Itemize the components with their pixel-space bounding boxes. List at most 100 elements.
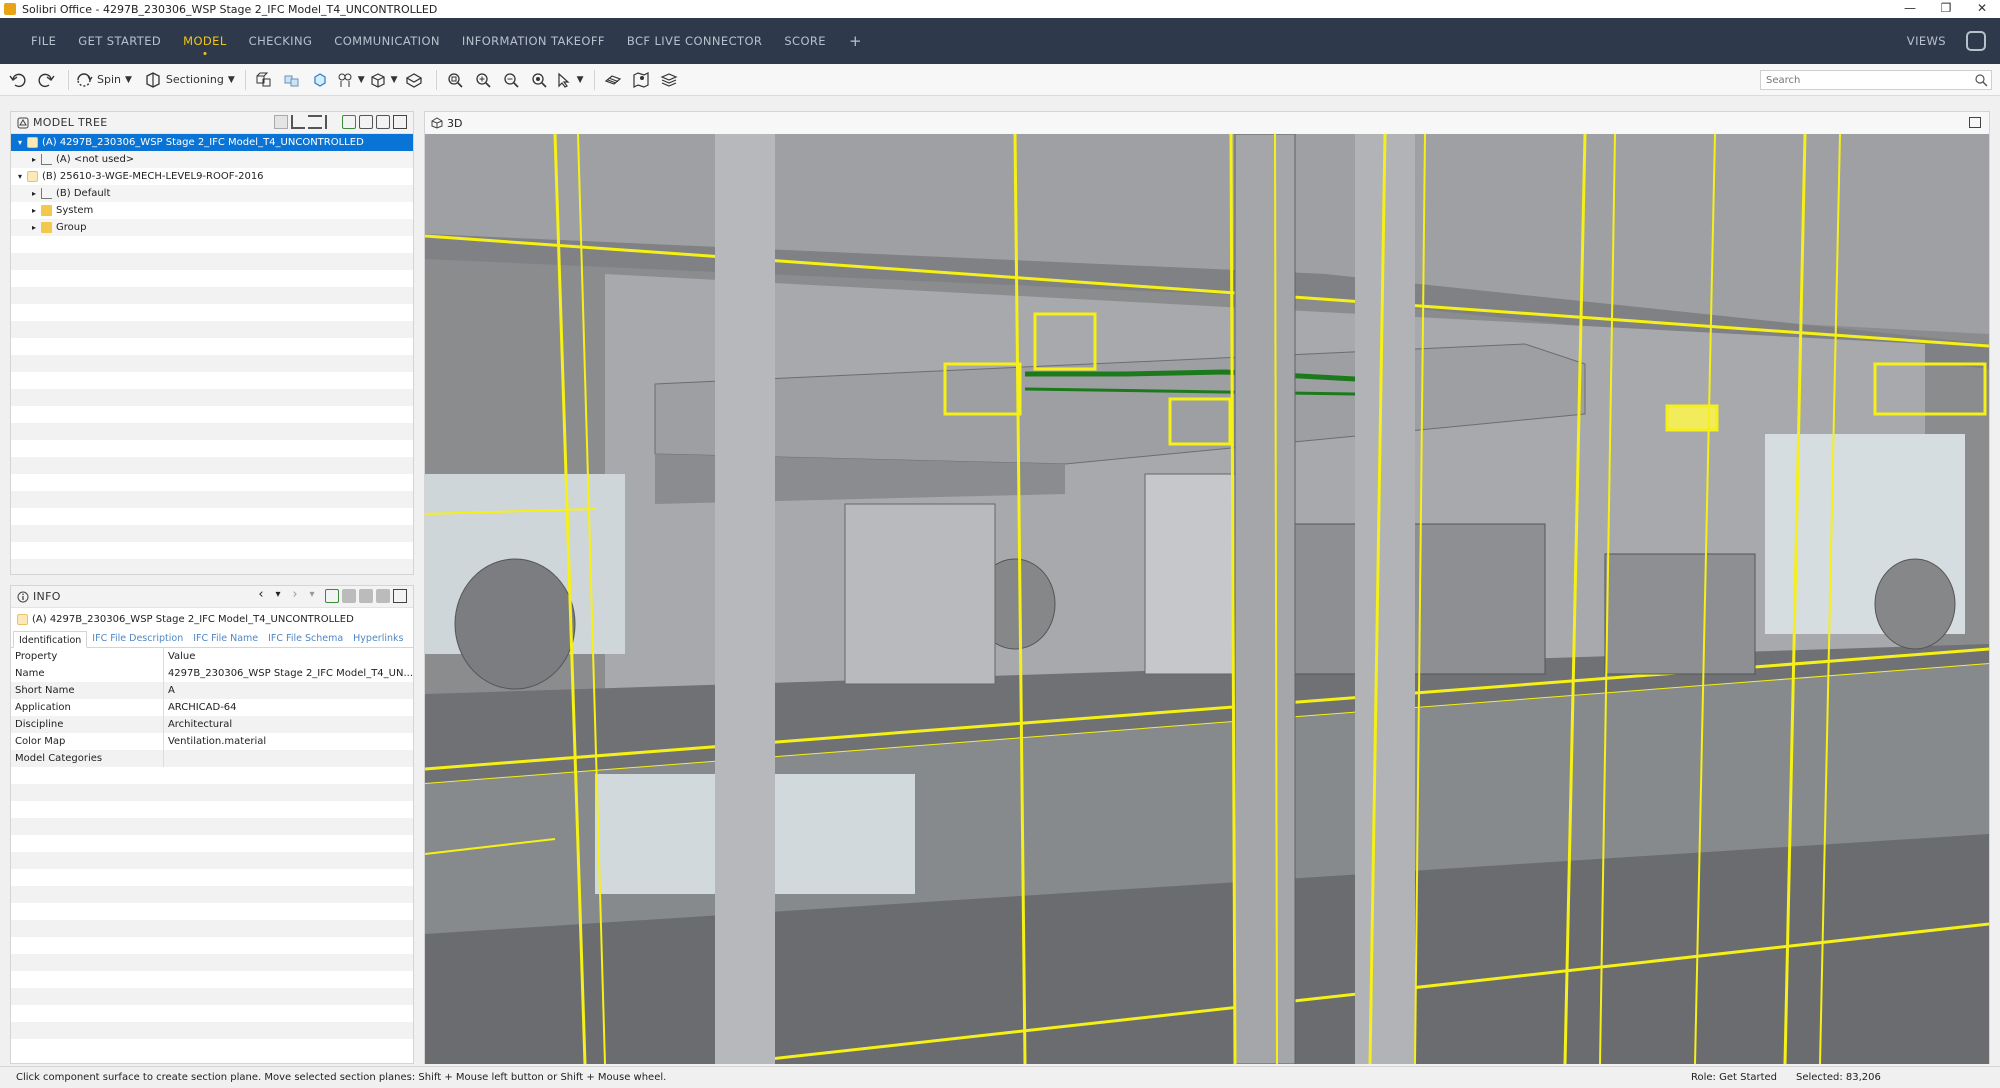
table-header-row: Property Value: [11, 648, 413, 665]
menu-bcf-live-connector[interactable]: BCF LIVE CONNECTOR: [616, 18, 773, 64]
zoom-out-button[interactable]: [499, 68, 523, 92]
collapse-arrow-icon[interactable]: ▾: [15, 134, 25, 151]
nav-back-icon[interactable]: ‹: [254, 588, 268, 603]
search-icon[interactable]: [1974, 73, 1988, 87]
solibri-app-icon: [4, 3, 16, 15]
tree-list-icon[interactable]: [308, 115, 322, 129]
toolbar-separator: [593, 69, 595, 90]
menu-score[interactable]: SCORE: [773, 18, 837, 64]
floor-view-button[interactable]: [402, 68, 426, 92]
model-tree-icon: [17, 117, 29, 128]
tree-row[interactable]: ▾ (B) 25610-3-WGE-MECH-LEVEL9-ROOF-2016: [11, 168, 413, 185]
table-row[interactable]: Name 4297B_230306_WSP Stage 2_IFC Model_T…: [11, 665, 413, 682]
tree-row[interactable]: ▸ (A) <not used>: [11, 151, 413, 168]
isolate-model-icon[interactable]: [359, 589, 373, 603]
views-menu[interactable]: VIEWS: [1907, 18, 1946, 64]
selection-box-button[interactable]: [308, 68, 332, 92]
pick-tool-button[interactable]: ▼: [555, 68, 584, 92]
expand-arrow-icon[interactable]: ▸: [29, 202, 39, 219]
tree-row[interactable]: ▸ Group: [11, 219, 413, 236]
show-model-icon[interactable]: [325, 589, 339, 603]
3d-view-icon: [431, 117, 443, 129]
table-row[interactable]: Color Map Ventilation.material: [11, 733, 413, 750]
transparent-model-icon[interactable]: [376, 589, 390, 603]
menu-get-started[interactable]: GET STARTED: [67, 18, 172, 64]
sectioning-button[interactable]: Sectioning ▼: [144, 68, 235, 92]
spin-button[interactable]: Spin ▼: [75, 68, 132, 92]
tree-row[interactable]: ▾ (A) 4297B_230306_WSP Stage 2_IFC Model…: [11, 134, 413, 151]
visibility-button[interactable]: ▼: [336, 68, 365, 92]
model-view-button[interactable]: [252, 68, 276, 92]
undo-button[interactable]: [6, 68, 30, 92]
map-button[interactable]: [629, 68, 653, 92]
table-row[interactable]: Discipline Architectural: [11, 716, 413, 733]
layers-button[interactable]: [657, 68, 681, 92]
chevron-down-icon[interactable]: ▼: [577, 75, 584, 85]
property-value: A: [167, 685, 175, 696]
table-row[interactable]: Short Name A: [11, 682, 413, 699]
building-model-render[interactable]: [425, 134, 1989, 1064]
menu-model[interactable]: MODEL: [172, 18, 238, 64]
isolate-model-icon[interactable]: [376, 115, 390, 129]
tree-hierarchy-icon[interactable]: [291, 115, 305, 129]
redo-button[interactable]: [34, 68, 58, 92]
add-tab-button[interactable]: +: [837, 32, 874, 50]
map-pin-icon: [632, 71, 649, 88]
window-title: Solibri Office - 4297B_230306_WSP Stage …: [22, 2, 438, 16]
status-selected-count: Selected: 83,206: [1796, 1072, 1881, 1083]
column-header-property[interactable]: Property: [11, 648, 164, 665]
maximize-view-icon[interactable]: [1969, 117, 1981, 128]
hide-model-icon[interactable]: [342, 589, 356, 603]
chevron-down-icon[interactable]: ▼: [358, 75, 365, 85]
tab-ifc-file-name[interactable]: IFC File Name: [188, 630, 263, 647]
nav-forward-history-icon[interactable]: ▾: [305, 589, 319, 603]
expand-arrow-icon[interactable]: ▸: [29, 185, 39, 202]
3d-viewport[interactable]: [425, 134, 1989, 1064]
collapse-arrow-icon[interactable]: ▾: [15, 168, 25, 185]
tab-ifc-file-description[interactable]: IFC File Description: [87, 630, 188, 647]
maximize-panel-icon[interactable]: [393, 589, 407, 603]
property-name: Discipline: [11, 716, 164, 733]
section-plane-button[interactable]: [601, 68, 625, 92]
nav-forward-icon[interactable]: ›: [288, 588, 302, 603]
table-row[interactable]: Application ARCHICAD-64: [11, 699, 413, 716]
expand-arrow-icon[interactable]: ▸: [29, 151, 39, 168]
chevron-down-icon[interactable]: ▼: [391, 75, 398, 85]
info-title: INFO: [33, 590, 61, 603]
close-button[interactable]: ✕: [1964, 0, 2000, 18]
views-icon[interactable]: [1966, 31, 1986, 51]
maximize-panel-icon[interactable]: [393, 115, 407, 129]
search-input[interactable]: [1761, 71, 1974, 89]
transparency-button[interactable]: [280, 68, 304, 92]
section-plane-icon: [604, 74, 621, 85]
restore-button[interactable]: ❐: [1928, 0, 1964, 18]
tree-row[interactable]: ▸ System: [11, 202, 413, 219]
pointer-icon: [557, 72, 570, 88]
box-view-button[interactable]: ▼: [369, 68, 398, 92]
nav-history-icon[interactable]: ▾: [271, 589, 285, 603]
column-header-value[interactable]: Value: [163, 648, 413, 665]
status-role[interactable]: Role: Get Started: [1691, 1072, 1777, 1083]
chevron-down-icon[interactable]: ▼: [228, 75, 235, 85]
hide-model-icon[interactable]: [359, 115, 373, 129]
table-row[interactable]: Model Categories: [11, 750, 413, 767]
menu-checking[interactable]: CHECKING: [238, 18, 324, 64]
spin-icon: [77, 72, 93, 87]
expand-arrow-icon[interactable]: ▸: [29, 219, 39, 236]
property-name: Short Name: [11, 682, 164, 699]
tab-hyperlinks[interactable]: Hyperlinks: [348, 630, 408, 647]
menu-communication[interactable]: COMMUNICATION: [323, 18, 451, 64]
chevron-down-icon[interactable]: ▼: [125, 75, 132, 85]
tree-layout-icon[interactable]: [274, 115, 288, 129]
zoom-in-button[interactable]: [471, 68, 495, 92]
zoom-selected-button[interactable]: [527, 68, 551, 92]
tree-row[interactable]: ▸ (B) Default: [11, 185, 413, 202]
menu-information-takeoff[interactable]: INFORMATION TAKEOFF: [451, 18, 616, 64]
minimize-button[interactable]: —: [1892, 0, 1928, 18]
tab-ifc-file-schema[interactable]: IFC File Schema: [263, 630, 348, 647]
show-model-icon[interactable]: [342, 115, 356, 129]
menu-file[interactable]: FILE: [20, 18, 67, 64]
tab-identification[interactable]: Identification: [13, 631, 88, 648]
zoom-fit-button[interactable]: [443, 68, 467, 92]
tree-branch-icon[interactable]: [325, 115, 339, 129]
